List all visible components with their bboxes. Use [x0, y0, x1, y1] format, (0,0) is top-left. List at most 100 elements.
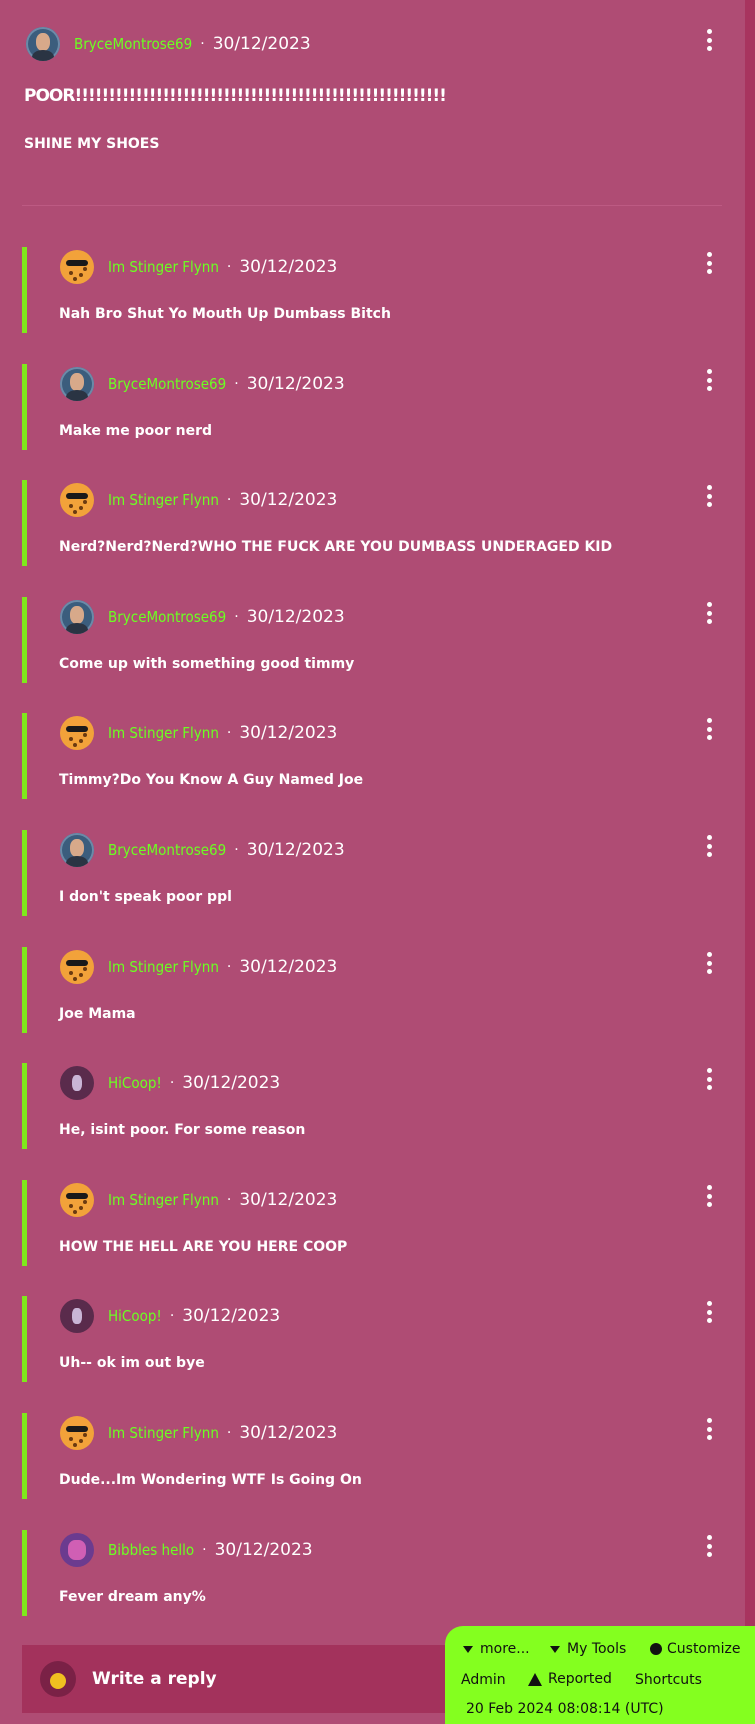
- reply-input[interactable]: Write a reply: [22, 1645, 462, 1713]
- reply-thread-bar: [22, 1296, 27, 1382]
- reply-text: Make me poor nerd: [59, 423, 213, 439]
- reply-header: Im Stinger Flynn · 30/12/2023: [60, 1416, 337, 1450]
- caret-down-icon: [550, 1645, 560, 1653]
- post-more-options-icon[interactable]: [706, 29, 712, 51]
- more-menu-button[interactable]: more...: [463, 1641, 530, 1657]
- reply-date: 30/12/2023: [182, 1306, 281, 1326]
- reply-author-avatar[interactable]: [60, 1299, 94, 1333]
- reply-more-options-icon[interactable]: [706, 252, 712, 274]
- reply-date: 30/12/2023: [246, 607, 345, 627]
- reply-date: 30/12/2023: [239, 490, 338, 510]
- reply-more-options-icon[interactable]: [706, 1418, 712, 1440]
- reply-date: 30/12/2023: [182, 1073, 281, 1093]
- post-author-name[interactable]: BryceMontrose69: [74, 35, 192, 53]
- separator-dot: ·: [226, 492, 232, 508]
- reply-author-avatar[interactable]: [60, 250, 94, 284]
- reply-author-name[interactable]: Im Stinger Flynn: [108, 724, 219, 742]
- reply-thread-bar: [22, 713, 27, 799]
- reply-text: Dude...Im Wondering WTF Is Going On: [59, 1472, 362, 1488]
- reply-thread-bar: [22, 1063, 27, 1149]
- reply-more-options-icon[interactable]: [706, 1185, 712, 1207]
- reply-text: Timmy?Do You Know A Guy Named Joe: [59, 772, 364, 788]
- post-title: POOR!!!!!!!!!!!!!!!!!!!!!!!!!!!!!!!!!!!!…: [24, 86, 447, 106]
- reply-more-options-icon[interactable]: [706, 1301, 712, 1323]
- reply-thread-bar: [22, 247, 27, 333]
- reply-header: BryceMontrose69 · 30/12/2023: [60, 833, 345, 867]
- reply-author-name[interactable]: BryceMontrose69: [108, 375, 226, 393]
- reply-more-options-icon[interactable]: [706, 952, 712, 974]
- reply-text: Joe Mama: [59, 1006, 136, 1022]
- reply-date: 30/12/2023: [239, 1423, 338, 1443]
- reply-more-options-icon[interactable]: [706, 485, 712, 507]
- separator-dot: ·: [169, 1308, 175, 1324]
- current-user-avatar: [40, 1661, 76, 1697]
- my-tools-button[interactable]: My Tools: [550, 1641, 626, 1657]
- reply-header: BryceMontrose69 · 30/12/2023: [60, 600, 345, 634]
- reply-date: 30/12/2023: [239, 257, 338, 277]
- reply-header: Im Stinger Flynn · 30/12/2023: [60, 250, 337, 284]
- reply-more-options-icon[interactable]: [706, 369, 712, 391]
- reply-author-name[interactable]: HiCoop!: [108, 1307, 162, 1325]
- separator-dot: ·: [234, 842, 239, 858]
- reply-text: I don't speak poor ppl: [59, 889, 232, 905]
- separator-dot: ·: [169, 1075, 175, 1091]
- server-clock: 20 Feb 2024 08:08:14 (UTC): [466, 1701, 664, 1717]
- reply-thread-bar: [22, 1180, 27, 1266]
- reply-author-avatar[interactable]: [60, 716, 94, 750]
- reply-text: Nerd?Nerd?Nerd?WHO THE FUCK ARE YOU DUMB…: [59, 539, 613, 555]
- reply-author-name[interactable]: BryceMontrose69: [108, 608, 226, 626]
- reply-header: BryceMontrose69 · 30/12/2023: [60, 367, 345, 401]
- reply-date: 30/12/2023: [239, 957, 338, 977]
- reply-author-name[interactable]: Im Stinger Flynn: [108, 1191, 219, 1209]
- customize-button[interactable]: Customize: [650, 1641, 741, 1657]
- reply-author-avatar[interactable]: [60, 833, 94, 867]
- reply-text: Uh-- ok im out bye: [59, 1355, 205, 1371]
- reply-header: Bibbles hello · 30/12/2023: [60, 1533, 313, 1567]
- reply-date: 30/12/2023: [239, 723, 338, 743]
- reply-author-avatar[interactable]: [60, 1533, 94, 1567]
- post-body: SHINE MY SHOES: [24, 136, 160, 152]
- reply-text: Nah Bro Shut Yo Mouth Up Dumbass Bitch: [59, 306, 391, 322]
- reply-more-options-icon[interactable]: [706, 1068, 712, 1090]
- reply-thread-bar: [22, 1530, 27, 1616]
- caret-down-icon: [463, 1645, 473, 1653]
- reply-author-avatar[interactable]: [60, 950, 94, 984]
- reply-more-options-icon[interactable]: [706, 835, 712, 857]
- comment-thread-panel: BryceMontrose69 · 30/12/2023 POOR!!!!!!!…: [0, 0, 745, 1724]
- reply-author-name[interactable]: HiCoop!: [108, 1074, 162, 1092]
- admin-button[interactable]: Admin: [461, 1672, 506, 1688]
- reply-author-avatar[interactable]: [60, 367, 94, 401]
- reply-more-options-icon[interactable]: [706, 1535, 712, 1557]
- post-header: BryceMontrose69 · 30/12/2023: [26, 27, 311, 61]
- reply-text: Come up with something good timmy: [59, 656, 355, 672]
- reply-author-avatar[interactable]: [60, 1183, 94, 1217]
- reply-author-name[interactable]: Im Stinger Flynn: [108, 491, 219, 509]
- reply-author-avatar[interactable]: [60, 600, 94, 634]
- gear-icon: [650, 1643, 662, 1655]
- reply-author-avatar[interactable]: [60, 483, 94, 517]
- reply-date: 30/12/2023: [239, 1190, 338, 1210]
- separator-dot: ·: [226, 259, 232, 275]
- reply-author-name[interactable]: Im Stinger Flynn: [108, 958, 219, 976]
- reply-author-name[interactable]: Bibbles hello: [108, 1541, 194, 1559]
- reply-more-options-icon[interactable]: [706, 602, 712, 624]
- shortcuts-button[interactable]: Shortcuts: [635, 1672, 702, 1688]
- separator-dot: ·: [202, 1542, 207, 1558]
- warning-icon: [528, 1672, 542, 1686]
- reply-author-name[interactable]: BryceMontrose69: [108, 841, 226, 859]
- reply-placeholder: Write a reply: [92, 1669, 217, 1689]
- reply-header: Im Stinger Flynn · 30/12/2023: [60, 483, 337, 517]
- reply-author-avatar[interactable]: [60, 1066, 94, 1100]
- reply-thread-bar: [22, 480, 27, 566]
- reply-author-avatar[interactable]: [60, 1416, 94, 1450]
- reported-button[interactable]: Reported: [528, 1671, 612, 1687]
- post-divider: [22, 205, 722, 206]
- reply-thread-bar: [22, 1413, 27, 1499]
- reply-author-name[interactable]: Im Stinger Flynn: [108, 258, 219, 276]
- reply-author-name[interactable]: Im Stinger Flynn: [108, 1424, 219, 1442]
- separator-dot: ·: [234, 609, 239, 625]
- reply-more-options-icon[interactable]: [706, 718, 712, 740]
- admin-toolbar: more... My Tools Customize Admin Reporte…: [445, 1626, 755, 1724]
- post-author-avatar[interactable]: [26, 27, 60, 61]
- reply-thread-bar: [22, 947, 27, 1033]
